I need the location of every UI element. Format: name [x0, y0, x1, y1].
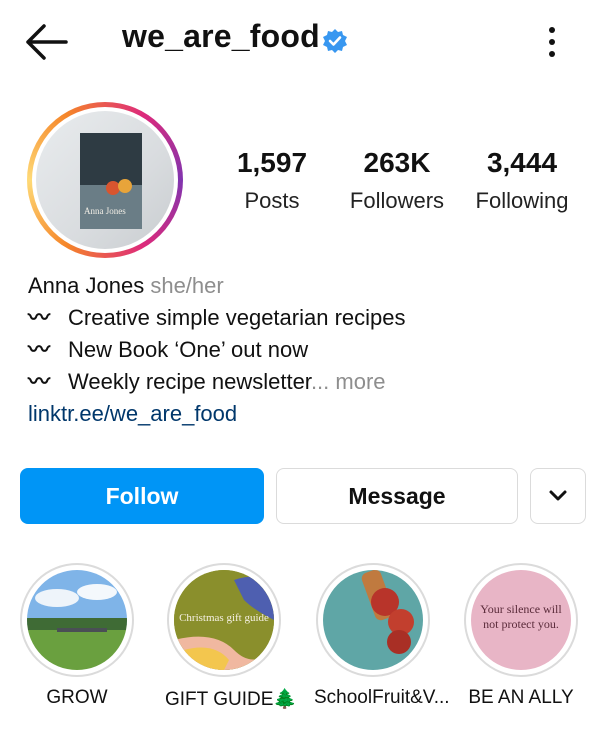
wavy-dash-icon: 〰: [28, 369, 51, 394]
verified-badge-icon: [322, 28, 348, 54]
wavy-dash-icon: 〰: [28, 305, 51, 330]
highlight-label: BE AN ALLY: [468, 687, 574, 708]
more-vertical-icon: [549, 27, 555, 57]
highlight-image-text: Your silence will not protect you.: [480, 602, 562, 631]
bio-line-text: Creative simple vegetarian recipes: [68, 305, 406, 330]
highlight-ring: Your silence will not protect you.: [464, 563, 578, 677]
highlight-label: GIFT GUIDE🌲: [165, 689, 298, 710]
posts-count: 1,597: [236, 147, 308, 178]
message-button[interactable]: Message: [276, 468, 518, 524]
follow-button[interactable]: Follow: [20, 468, 264, 524]
top-bar: we_are_food: [0, 0, 607, 82]
highlight-cover: Your silence will not protect you.: [471, 570, 571, 670]
highlight-cover: [27, 570, 127, 670]
bio-more-link[interactable]: ... more: [311, 369, 386, 394]
highlight-image-text: Christmas gift guide: [179, 612, 269, 624]
bio-line: 〰 Weekly recipe newsletter... more: [28, 366, 588, 398]
posts-label: Posts: [244, 188, 300, 213]
bio-link[interactable]: linktr.ee/we_are_food: [28, 401, 237, 426]
suggested-dropdown-button[interactable]: [530, 468, 586, 524]
book-title: Anna Jones: [84, 206, 126, 216]
avatar-photo: Anna Jones: [36, 111, 174, 249]
avatar-frame: Anna Jones: [32, 107, 178, 253]
highlight-label: GROW: [46, 687, 108, 708]
highlight-gift-guide[interactable]: Christmas gift guide GIFT GUIDE🌲: [165, 563, 298, 711]
bio-name-line: Anna Jones she/her: [28, 270, 588, 302]
bio-section: Anna Jones she/her 〰 Creative simple vege…: [28, 270, 588, 430]
followers-label: Followers: [349, 188, 445, 213]
stat-followers[interactable]: 263K Followers: [343, 146, 451, 216]
highlight-cover: Christmas gift guide: [174, 570, 274, 670]
highlight-be-an-ally[interactable]: Your silence will not protect you. BE AN…: [462, 563, 580, 709]
back-button[interactable]: [24, 22, 70, 62]
highlight-school-fruit[interactable]: SchoolFruit&V...: [314, 563, 450, 709]
highlight-cover: [323, 570, 423, 670]
following-count: 3,444: [486, 147, 558, 178]
bio-name: Anna Jones: [28, 273, 145, 298]
options-button[interactable]: [540, 22, 564, 62]
stat-posts[interactable]: 1,597 Posts: [232, 146, 312, 216]
highlight-ring: Christmas gift guide: [167, 563, 281, 677]
following-label: Following: [475, 188, 569, 213]
arrow-left-icon: [26, 24, 68, 60]
highlight-label: SchoolFruit&V...: [314, 687, 450, 708]
fruit-shape: [118, 179, 132, 193]
highlight-ring: [20, 563, 134, 677]
highlight-grow[interactable]: GROW: [18, 563, 136, 709]
bio-line-text: Weekly recipe newsletter: [68, 369, 311, 394]
profile-username: we_are_food: [122, 18, 320, 54]
stat-following[interactable]: 3,444 Following: [468, 146, 576, 216]
profile-avatar[interactable]: Anna Jones: [27, 102, 183, 258]
bio-line: 〰 New Book ‘One’ out now: [28, 334, 588, 366]
bio-line-text: New Book ‘One’ out now: [68, 337, 309, 362]
highlight-ring: [316, 563, 430, 677]
bio-link-line: linktr.ee/we_are_food: [28, 398, 588, 430]
bio-line: 〰 Creative simple vegetarian recipes: [28, 302, 588, 334]
wavy-dash-icon: 〰: [28, 337, 51, 362]
chevron-down-icon: [549, 490, 567, 501]
followers-count: 263K: [363, 147, 431, 178]
bio-pronouns: she/her: [150, 273, 224, 298]
